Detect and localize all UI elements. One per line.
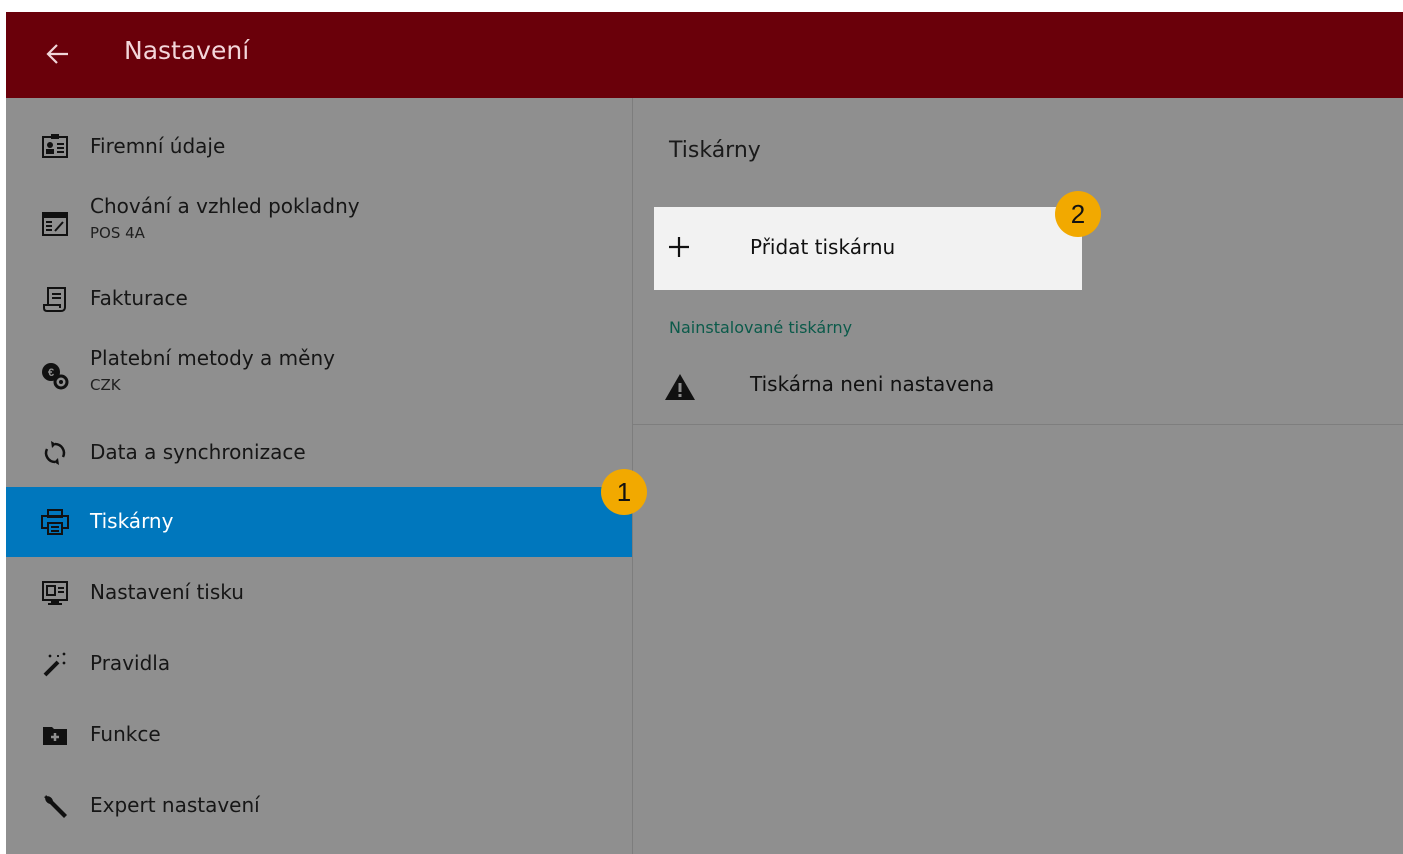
installed-printers-header: Nainstalované tiskárny <box>669 318 853 337</box>
app-bar-title: Nastavení <box>124 36 250 65</box>
sidebar-item-chovani[interactable]: Chování a vzhled pokladny POS 4A <box>6 184 632 262</box>
svg-text:€: € <box>48 367 54 379</box>
settings-app: Nastavení Firemní údaje Chování a vzhled… <box>6 12 1403 854</box>
sidebar-item-label: Tiskárny <box>90 509 174 533</box>
sidebar-item-label: Expert nastavení <box>90 793 260 817</box>
sidebar-item-label: Pravidla <box>90 651 171 675</box>
sidebar-item-nastaveni-tisku[interactable]: Nastavení tisku <box>6 558 632 628</box>
warning-icon <box>663 370 697 404</box>
sidebar-item-label: Nastavení tisku <box>90 580 244 604</box>
pos-screen-icon <box>40 208 70 238</box>
sidebar-item-label: Chování a vzhled pokladny <box>90 194 360 218</box>
settings-sidebar: Firemní údaje Chování a vzhled pokladny … <box>6 98 647 854</box>
sync-icon <box>40 438 70 468</box>
arrow-left-icon[interactable] <box>44 34 76 74</box>
printer-status-label: Tiskárna neni nastavena <box>750 372 995 396</box>
app-bar: Nastavení <box>6 12 1403 98</box>
sidebar-item-label: Data a synchronizace <box>90 440 306 464</box>
sidebar-item-label: Funkce <box>90 722 161 746</box>
sidebar-item-sub: POS 4A <box>90 224 145 242</box>
sidebar-item-platebni-metody[interactable]: € Platební metody a měny CZK <box>6 336 632 416</box>
printers-panel: Tiskárny Přidat tiskárnu 2 Nainstalované… <box>633 98 1403 854</box>
sidebar-item-funkce[interactable]: Funkce <box>6 700 632 770</box>
payment-methods-icon: € <box>40 361 70 391</box>
sidebar-item-fakturace[interactable]: Fakturace <box>6 264 632 334</box>
sidebar-item-expert[interactable]: Expert nastavení <box>6 771 632 841</box>
sidebar-item-pravidla[interactable]: Pravidla <box>6 629 632 699</box>
sidebar-item-label: Platební metody a měny <box>90 346 335 370</box>
sidebar-item-sub: CZK <box>90 376 121 394</box>
print-settings-icon <box>40 578 70 608</box>
folder-plus-icon <box>40 720 70 750</box>
page-title: Tiskárny <box>669 138 761 163</box>
sidebar-item-firemni-udaje[interactable]: Firemní údaje <box>6 112 632 180</box>
magic-wand-icon <box>40 649 70 679</box>
company-card-icon <box>40 131 70 161</box>
plus-icon <box>666 227 692 267</box>
add-printer-button[interactable]: Přidat tiskárnu <box>654 207 1082 290</box>
annotation-badge-2: 2 <box>1055 191 1101 237</box>
printer-list-item[interactable]: Tiskárna neni nastavena <box>633 354 1403 425</box>
add-printer-label: Přidat tiskárnu <box>750 235 896 259</box>
printer-icon <box>40 507 70 537</box>
sidebar-item-label: Firemní údaje <box>90 134 226 158</box>
sidebar-item-data-sync[interactable]: Data a synchronizace <box>6 418 632 488</box>
invoice-icon <box>40 284 70 314</box>
wrench-icon <box>40 791 70 821</box>
sidebar-item-tiskarny[interactable]: Tiskárny <box>6 487 632 557</box>
sidebar-item-label: Fakturace <box>90 286 188 310</box>
